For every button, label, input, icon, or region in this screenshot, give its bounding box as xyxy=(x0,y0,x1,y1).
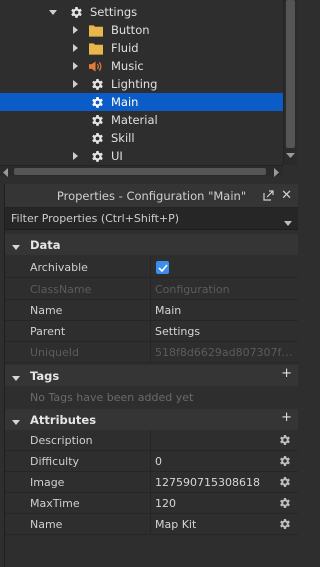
scrollbar-thumb[interactable] xyxy=(286,0,295,148)
chevron-right-icon[interactable] xyxy=(71,80,79,88)
attribute-settings-gear-icon[interactable] xyxy=(279,434,291,449)
tree-item-label: Button xyxy=(111,23,150,37)
section-tags[interactable]: Tags + xyxy=(5,365,298,386)
gear-icon xyxy=(90,149,104,163)
chevron-right-icon[interactable] xyxy=(71,26,79,34)
property-key: Archivable xyxy=(30,261,88,274)
chevron-right-icon[interactable] xyxy=(71,152,79,160)
attribute-value[interactable]: 0 xyxy=(155,455,162,468)
attribute-row-maxtime[interactable]: MaxTime 120 xyxy=(5,493,298,514)
tree-item-label: Fluid xyxy=(111,41,139,55)
property-value[interactable]: Settings xyxy=(155,325,200,338)
tree-item-skill[interactable]: Skill xyxy=(0,129,283,147)
attribute-key: MaxTime xyxy=(30,497,80,510)
chevron-right-icon[interactable] xyxy=(71,62,79,70)
property-value: Configuration xyxy=(155,283,230,296)
property-value[interactable]: Main xyxy=(155,304,181,317)
explorer-panel: Settings Button Fluid Music Lighting Mai… xyxy=(0,0,297,177)
speaker-icon xyxy=(89,59,103,73)
section-attributes[interactable]: Attributes + xyxy=(5,409,298,430)
tree-item-lighting[interactable]: Lighting xyxy=(0,75,283,93)
chevron-down-icon[interactable] xyxy=(49,8,57,16)
section-title: Tags xyxy=(30,368,60,383)
tree-item-main[interactable]: Main xyxy=(0,93,283,111)
property-key: Name xyxy=(30,304,63,317)
property-key: ClassName xyxy=(30,283,92,296)
scroll-left-arrow-icon[interactable] xyxy=(3,167,9,180)
attribute-settings-gear-icon[interactable] xyxy=(279,497,291,512)
attribute-settings-gear-icon[interactable] xyxy=(279,518,291,533)
tree-item-label: Settings xyxy=(90,5,138,19)
chevron-down-icon[interactable] xyxy=(284,216,292,229)
gear-icon xyxy=(69,5,83,19)
tree-item-material[interactable]: Material xyxy=(0,111,283,129)
chevron-down-icon[interactable] xyxy=(12,241,20,254)
property-row-uniqueid: UniqueId 518f8d6629ad807307f39... xyxy=(5,342,298,363)
attribute-value[interactable]: 120 xyxy=(155,497,176,510)
tree-item-label: Music xyxy=(111,59,144,73)
folder-icon xyxy=(89,23,103,37)
tree-item-ui[interactable]: UI xyxy=(0,147,283,165)
tree-item-label: Material xyxy=(111,113,158,127)
tree-item-label: UI xyxy=(111,149,123,163)
property-row-parent[interactable]: Parent Settings xyxy=(5,321,298,342)
tree-item-settings[interactable]: Settings xyxy=(0,3,283,21)
gear-icon xyxy=(90,113,104,127)
property-row-name[interactable]: Name Main xyxy=(5,300,298,321)
section-title: Attributes xyxy=(30,412,97,427)
attribute-value[interactable]: Map Kit xyxy=(155,518,196,531)
tree-item-button[interactable]: Button xyxy=(0,21,283,39)
no-tags-message: No Tags have been added yet xyxy=(30,391,194,404)
explorer-horizontal-scrollbar[interactable] xyxy=(0,165,283,177)
scroll-down-arrow-icon[interactable] xyxy=(286,149,295,162)
chevron-right-icon[interactable] xyxy=(71,44,79,52)
attribute-row-difficulty[interactable]: Difficulty 0 xyxy=(5,451,298,472)
attribute-key: Image xyxy=(30,476,65,489)
attribute-settings-gear-icon[interactable] xyxy=(279,455,291,470)
gear-icon xyxy=(90,131,104,145)
folder-icon xyxy=(89,41,103,55)
archivable-checkbox[interactable] xyxy=(156,261,169,274)
attribute-row-name[interactable]: Name Map Kit xyxy=(5,514,298,535)
property-row-classname: ClassName Configuration xyxy=(5,279,298,300)
property-key: UniqueId xyxy=(30,346,80,359)
tree-item-music[interactable]: Music xyxy=(0,57,283,75)
attribute-key: Description xyxy=(30,434,93,447)
scrollbar-thumb[interactable] xyxy=(14,168,266,175)
tree-item-label: Main xyxy=(111,95,139,109)
section-data[interactable]: Data xyxy=(5,234,298,255)
add-tag-icon[interactable]: + xyxy=(281,366,292,381)
scroll-right-arrow-icon[interactable] xyxy=(274,167,280,180)
attribute-key: Name xyxy=(30,518,63,531)
attribute-row-description[interactable]: Description xyxy=(5,430,298,451)
tree-item-label: Lighting xyxy=(111,77,158,91)
properties-header: Properties - Configuration "Main" ✕ xyxy=(5,184,298,208)
add-attribute-icon[interactable]: + xyxy=(281,410,292,425)
chevron-down-icon[interactable] xyxy=(12,372,20,385)
property-value: 518f8d6629ad807307f39... xyxy=(155,346,295,359)
section-title: Data xyxy=(30,237,61,252)
explorer-vertical-scrollbar[interactable] xyxy=(283,0,297,165)
attribute-value[interactable]: 127590715308618 xyxy=(155,476,260,489)
gear-icon xyxy=(90,77,104,91)
gear-icon xyxy=(90,95,104,109)
properties-panel: Properties - Configuration "Main" ✕ Filt… xyxy=(4,184,298,567)
property-key: Parent xyxy=(30,325,66,338)
chevron-down-icon[interactable] xyxy=(12,416,20,429)
panel-title: Properties - Configuration "Main" xyxy=(56,188,247,203)
attribute-key: Difficulty xyxy=(30,455,80,468)
filter-placeholder: Filter Properties (Ctrl+Shift+P) xyxy=(11,212,180,225)
attribute-row-image[interactable]: Image 127590715308618 xyxy=(5,472,298,493)
attribute-settings-gear-icon[interactable] xyxy=(279,476,291,491)
tree-item-fluid[interactable]: Fluid xyxy=(0,39,283,57)
property-row-archivable[interactable]: Archivable xyxy=(5,257,298,278)
undock-icon[interactable] xyxy=(263,190,274,204)
close-icon[interactable]: ✕ xyxy=(281,189,292,202)
tree-item-label: Skill xyxy=(111,131,135,145)
filter-properties-input[interactable]: Filter Properties (Ctrl+Shift+P) xyxy=(5,208,298,230)
